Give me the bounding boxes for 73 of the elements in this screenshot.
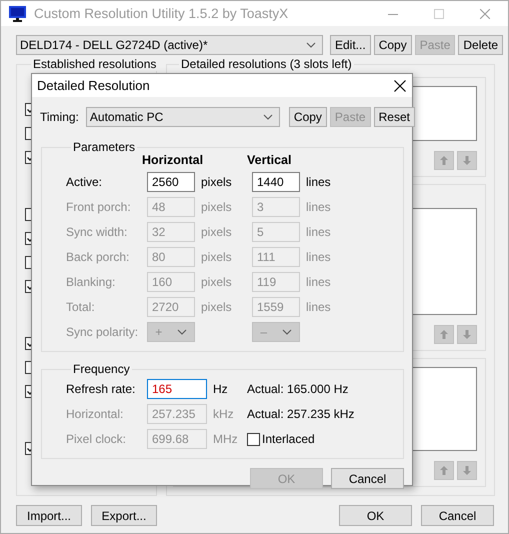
unit-label: pixels bbox=[200, 250, 233, 264]
toolbar-button[interactable]: Copy bbox=[374, 35, 412, 55]
input-field[interactable]: 160 bbox=[147, 272, 195, 292]
column-header: Vertical bbox=[247, 154, 292, 167]
field-label: Back porch: bbox=[66, 250, 130, 264]
group-title: Established resolutions bbox=[32, 57, 158, 71]
field-label: Active: bbox=[66, 175, 104, 189]
input-field[interactable]: 257.235 bbox=[147, 404, 207, 424]
polarity-dropdown[interactable]: + bbox=[147, 322, 195, 342]
input-field[interactable]: 165 bbox=[147, 379, 207, 399]
field-label: Timing: bbox=[40, 110, 79, 124]
input-field[interactable]: 32 bbox=[147, 222, 195, 242]
dialog-button[interactable]: Copy bbox=[288, 107, 327, 127]
footer-button[interactable]: Import... bbox=[16, 505, 82, 526]
close-icon[interactable] bbox=[394, 80, 406, 92]
input-field[interactable]: 1440 bbox=[252, 172, 300, 192]
caret-icon bbox=[262, 114, 273, 120]
field-label: Blanking: bbox=[66, 275, 116, 289]
dialog-button[interactable]: Cancel bbox=[331, 468, 404, 489]
polarity-dropdown[interactable]: – bbox=[252, 322, 300, 342]
unit-label: pixels bbox=[200, 225, 233, 239]
group-title: Parameters bbox=[72, 140, 136, 154]
input-field[interactable]: 119 bbox=[252, 272, 300, 292]
field-label: Sync width: bbox=[66, 225, 128, 239]
footer-button[interactable]: OK bbox=[339, 505, 412, 526]
reading-text: Actual: 165.000 Hz bbox=[247, 382, 350, 396]
maximize-icon[interactable] bbox=[434, 8, 444, 18]
field-label: Total: bbox=[66, 300, 96, 314]
input-field[interactable]: 3 bbox=[252, 197, 300, 217]
caret-icon bbox=[306, 42, 316, 48]
field-label: Pixel clock: bbox=[66, 432, 128, 446]
checkbox-label: Interlaced bbox=[262, 432, 315, 446]
unit-label: pixels bbox=[200, 175, 233, 189]
field-label: Horizontal: bbox=[66, 407, 124, 421]
unit-label: MHz bbox=[212, 432, 239, 446]
unit-label: Hz bbox=[212, 382, 229, 396]
caret-icon bbox=[282, 329, 292, 335]
caret-icon bbox=[176, 329, 187, 335]
unit-label: pixels bbox=[200, 275, 233, 289]
input-field[interactable]: 2560 bbox=[147, 172, 195, 192]
footer-button[interactable]: Export... bbox=[91, 505, 157, 526]
unit-label: lines bbox=[305, 250, 332, 264]
unit-label: lines bbox=[305, 175, 332, 189]
dialog-title: Detailed Resolution bbox=[37, 78, 150, 93]
monitor-icon bbox=[9, 6, 26, 22]
input-field[interactable]: 5 bbox=[252, 222, 300, 242]
toolbar-button[interactable]: Delete bbox=[458, 35, 504, 55]
display-dropdown[interactable]: DELD174 - DELL G2724D (active)* bbox=[16, 35, 323, 55]
unit-label: lines bbox=[305, 200, 332, 214]
input-field[interactable]: 699.68 bbox=[147, 429, 207, 449]
field-label: Front porch: bbox=[66, 200, 132, 214]
window-title: Custom Resolution Utility 1.5.2 by ToastyX bbox=[34, 6, 290, 21]
unit-label: kHz bbox=[212, 407, 235, 421]
unit-label: lines bbox=[305, 300, 332, 314]
toolbar-button[interactable]: Edit... bbox=[330, 35, 371, 55]
reading-text: Actual: 257.235 kHz bbox=[247, 407, 356, 421]
input-field[interactable]: 2720 bbox=[147, 297, 195, 317]
timing-dropdown[interactable]: Automatic PC bbox=[86, 107, 280, 127]
unit-label: lines bbox=[305, 275, 332, 289]
input-field[interactable]: 48 bbox=[147, 197, 195, 217]
footer-button[interactable]: Cancel bbox=[421, 505, 494, 526]
field-label: Sync polarity: bbox=[66, 325, 140, 339]
group-title: Detailed resolutions (3 slots left) bbox=[180, 57, 353, 71]
field-label: Refresh rate: bbox=[66, 382, 136, 396]
unit-label: pixels bbox=[200, 200, 233, 214]
group-title: Frequency bbox=[72, 362, 131, 376]
input-field[interactable]: 80 bbox=[147, 247, 195, 267]
unit-label: pixels bbox=[200, 300, 233, 314]
input-field[interactable]: 1559 bbox=[252, 297, 300, 317]
interlaced-checkbox[interactable] bbox=[247, 432, 260, 446]
unit-label: lines bbox=[305, 225, 332, 239]
input-field[interactable]: 111 bbox=[252, 247, 300, 267]
dialog-button[interactable]: Reset bbox=[374, 107, 415, 127]
